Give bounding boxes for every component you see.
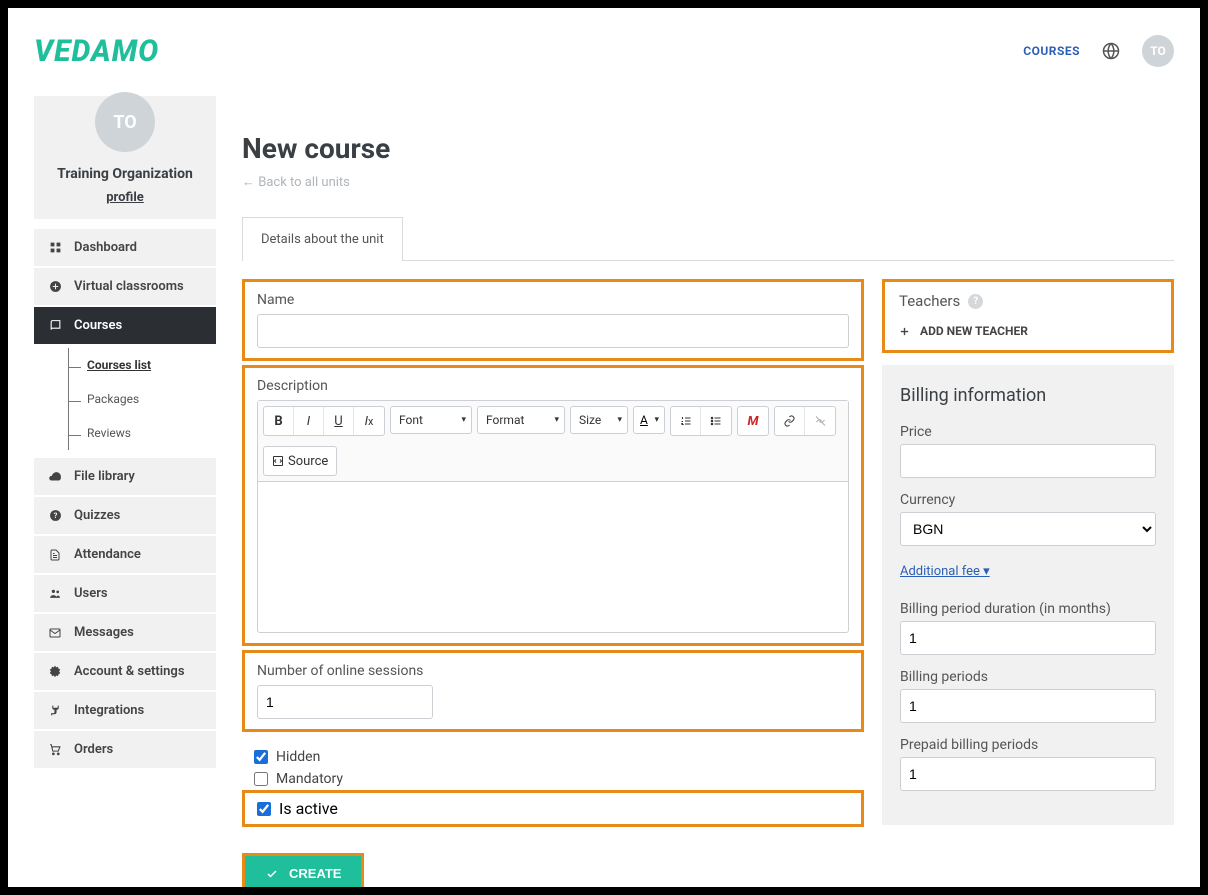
mandatory-checkbox-row[interactable]: Mandatory [242, 768, 864, 790]
font-select[interactable]: Font [390, 406, 472, 434]
tab-details[interactable]: Details about the unit [242, 217, 403, 261]
avatar-large: TO [95, 92, 155, 152]
text-color-select[interactable]: A [633, 406, 665, 434]
additional-fee-link[interactable]: Additional fee ▾ [900, 564, 990, 579]
active-checkbox[interactable] [257, 802, 271, 816]
mandatory-checkbox[interactable] [254, 772, 268, 786]
sidebar-item-label: Orders [74, 742, 113, 757]
cloud-icon [48, 470, 62, 484]
subnav-packages[interactable]: Packages [68, 382, 216, 416]
globe-icon[interactable] [1102, 42, 1120, 60]
periods-input[interactable] [900, 689, 1156, 723]
help-icon[interactable]: ? [968, 294, 983, 309]
editor-body[interactable] [258, 482, 848, 632]
envelope-icon [48, 627, 62, 639]
gear-icon [48, 665, 62, 679]
sessions-section: Number of online sessions [242, 650, 864, 732]
subnav-courses-list[interactable]: Courses list [68, 348, 216, 382]
prepaid-label: Prepaid billing periods [900, 737, 1156, 753]
plus-circle-icon [48, 280, 62, 293]
avatar[interactable]: TO [1142, 35, 1174, 67]
users-icon [48, 587, 62, 600]
active-section: Is active [242, 790, 864, 827]
billing-title: Billing information [900, 385, 1156, 406]
cart-icon [48, 743, 62, 756]
question-icon: ? [48, 509, 62, 522]
sessions-input[interactable] [257, 685, 433, 719]
sidebar-item-label: Attendance [74, 547, 141, 562]
hidden-checkbox[interactable] [254, 750, 268, 764]
sidebar-item-quizzes[interactable]: ? Quizzes [34, 497, 216, 534]
rich-text-editor: B I U Ix Font Format Size A [257, 400, 849, 633]
sidebar-item-account-settings[interactable]: Account & settings [34, 653, 216, 690]
periods-label: Billing periods [900, 669, 1156, 685]
name-input[interactable] [257, 314, 849, 348]
sidebar-item-orders[interactable]: Orders [34, 731, 216, 768]
sidebar-item-label: File library [74, 469, 135, 484]
sidebar-item-integrations[interactable]: Integrations [34, 692, 216, 729]
duration-input[interactable] [900, 621, 1156, 655]
link-button[interactable] [775, 407, 805, 435]
unlink-button[interactable] [805, 407, 835, 435]
italic-button[interactable]: I [294, 407, 324, 435]
sidebar-item-users[interactable]: Users [34, 575, 216, 612]
billing-panel: Billing information Price Currency BGN A… [882, 365, 1174, 825]
currency-select[interactable]: BGN [900, 512, 1156, 546]
name-label: Name [257, 292, 849, 308]
hidden-label: Hidden [276, 749, 320, 765]
profile-link[interactable]: profile [106, 190, 144, 205]
grid-icon [48, 241, 62, 254]
sidebar-item-attendance[interactable]: Attendance [34, 536, 216, 573]
clear-format-button[interactable]: Ix [354, 407, 384, 435]
duration-label: Billing period duration (in months) [900, 601, 1156, 617]
ordered-list-button[interactable] [671, 407, 701, 435]
format-select[interactable]: Format [477, 406, 565, 434]
description-label: Description [257, 378, 849, 394]
file-icon [48, 548, 62, 562]
book-icon [48, 319, 62, 332]
currency-label: Currency [900, 492, 1156, 508]
mandatory-label: Mandatory [276, 771, 343, 787]
org-name: Training Organization [44, 166, 206, 182]
price-label: Price [900, 424, 1156, 440]
active-label: Is active [279, 799, 338, 818]
sidebar-item-label: Courses [74, 318, 122, 333]
sidebar-item-messages[interactable]: Messages [34, 614, 216, 651]
bold-button[interactable]: B [264, 407, 294, 435]
page-title: New course [242, 132, 1174, 165]
nav-courses-link[interactable]: COURSES [1023, 44, 1080, 58]
sidebar-item-label: Integrations [74, 703, 144, 718]
profile-box: TO Training Organization profile [34, 96, 216, 219]
price-input[interactable] [900, 444, 1156, 478]
sidebar-item-label: Messages [74, 625, 134, 640]
description-section: Description B I U Ix Font [242, 365, 864, 646]
underline-button[interactable]: U [324, 407, 354, 435]
svg-text:?: ? [53, 511, 57, 520]
source-button[interactable]: Source [264, 447, 336, 475]
sidebar-item-label: Virtual classrooms [74, 279, 184, 294]
sidebar-item-label: Account & settings [74, 664, 185, 679]
back-link[interactable]: ← Back to all units [242, 174, 350, 190]
brand-logo: VEDAMO [34, 34, 159, 69]
prepaid-input[interactable] [900, 757, 1156, 791]
hidden-checkbox-row[interactable]: Hidden [242, 746, 864, 768]
plug-icon [48, 704, 62, 718]
unordered-list-button[interactable] [701, 407, 731, 435]
sidebar-item-file-library[interactable]: File library [34, 458, 216, 495]
sidebar-item-virtual-classrooms[interactable]: Virtual classrooms [34, 268, 216, 305]
add-teacher-button[interactable]: ADD NEW TEACHER [899, 324, 1157, 338]
teachers-section: Teachers ? ADD NEW TEACHER [882, 279, 1174, 353]
sidebar-item-label: Quizzes [74, 508, 120, 523]
sidebar-item-label: Dashboard [74, 240, 137, 255]
subnav-reviews[interactable]: Reviews [68, 416, 216, 450]
sidebar-item-dashboard[interactable]: Dashboard [34, 229, 216, 266]
sessions-label: Number of online sessions [257, 663, 849, 679]
sidebar-item-courses[interactable]: Courses [34, 307, 216, 344]
media-button[interactable]: M [738, 407, 768, 435]
teachers-title: Teachers [899, 292, 960, 310]
name-section: Name [242, 279, 864, 361]
sidebar-item-label: Users [74, 586, 108, 601]
create-button[interactable]: CREATE [245, 856, 361, 891]
size-select[interactable]: Size [570, 406, 628, 434]
